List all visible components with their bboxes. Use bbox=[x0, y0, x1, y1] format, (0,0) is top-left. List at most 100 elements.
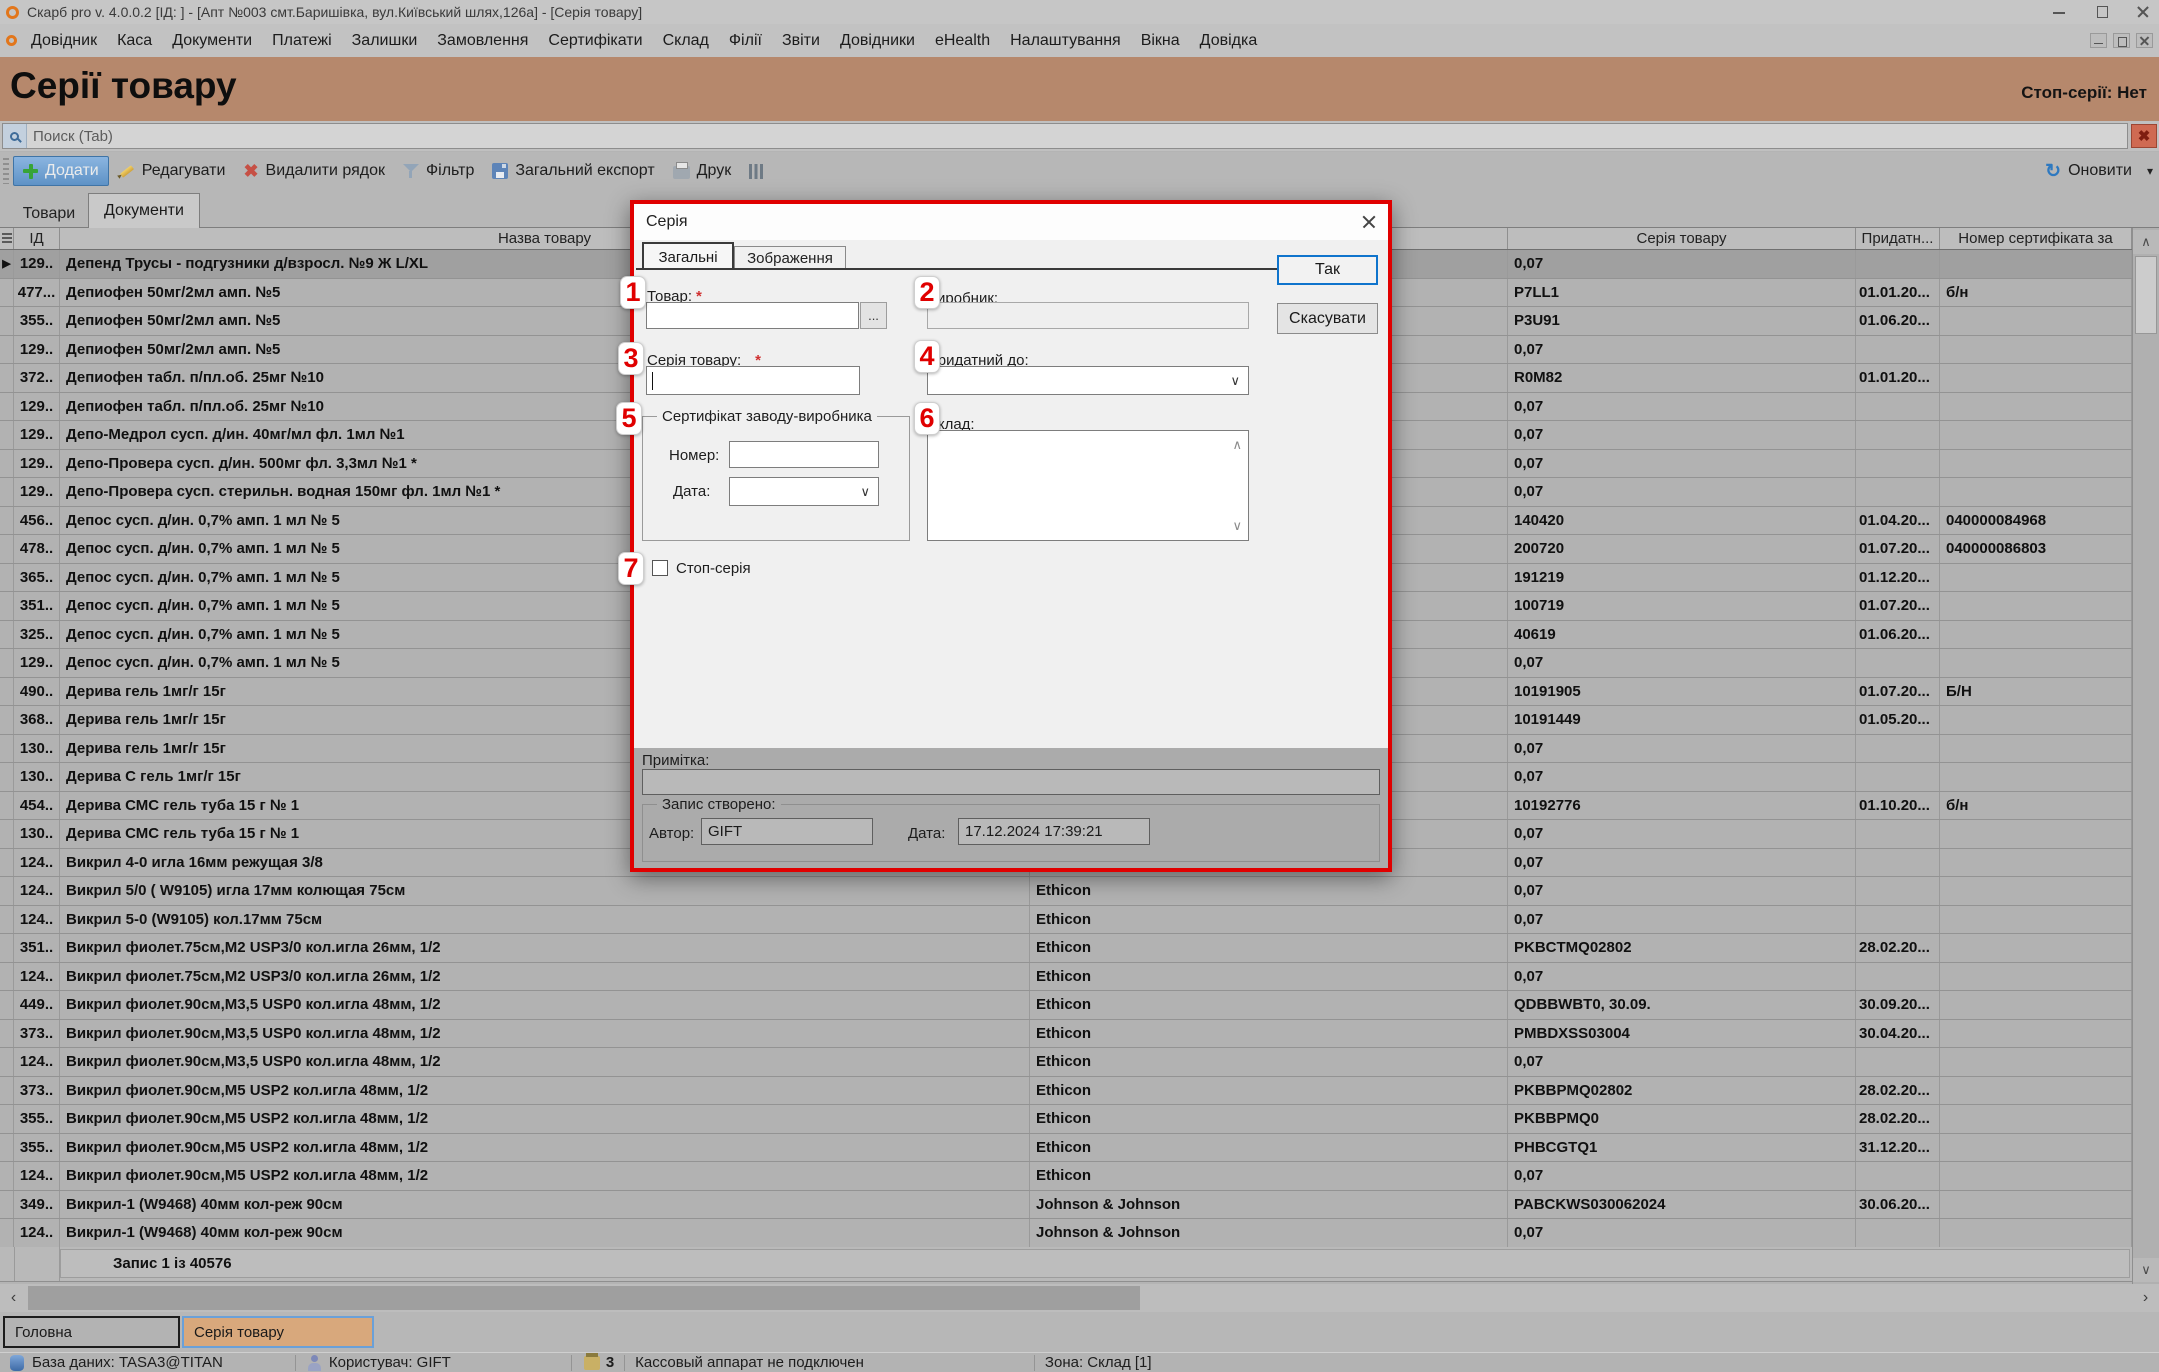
menu-item-12[interactable]: eHealth bbox=[925, 28, 1000, 54]
cert-date-combobox[interactable]: ∨ bbox=[729, 477, 879, 506]
menu-item-5[interactable]: Залишки bbox=[342, 28, 428, 54]
mdi-restore-icon[interactable] bbox=[2113, 33, 2130, 48]
minimize-icon[interactable] bbox=[2051, 4, 2067, 20]
stop-series-checkbox[interactable] bbox=[652, 560, 668, 576]
header-valid[interactable]: Придатн... bbox=[1856, 228, 1940, 249]
search-clear-button[interactable]: ✖ bbox=[2131, 124, 2157, 148]
chevron-down-icon[interactable]: ∨ bbox=[1232, 518, 1242, 534]
cell-id: 124.. bbox=[14, 906, 60, 934]
scroll-right-icon[interactable]: › bbox=[2132, 1284, 2159, 1312]
edit-button[interactable]: Редагувати bbox=[109, 156, 235, 186]
delete-row-button[interactable]: ✖ Видалити рядок bbox=[234, 156, 394, 186]
valid-until-combobox[interactable]: ∨ bbox=[927, 366, 1249, 395]
restore-icon[interactable] bbox=[2093, 4, 2109, 20]
row-marker-cell bbox=[0, 1020, 14, 1048]
table-row[interactable]: 373..Викрил фиолет.90см,М5 USP2 кол.игла… bbox=[0, 1077, 2132, 1106]
refresh-caret-icon[interactable]: ▾ bbox=[2147, 164, 2153, 178]
wintab-home[interactable]: Головна bbox=[3, 1316, 180, 1348]
toolbar-grip[interactable] bbox=[3, 158, 9, 184]
menu-item-11[interactable]: Довідники bbox=[830, 28, 925, 54]
product-field[interactable] bbox=[646, 302, 859, 329]
add-button[interactable]: Додати bbox=[13, 156, 109, 186]
series-field[interactable] bbox=[646, 366, 860, 395]
table-row[interactable]: 349..Викрил-1 (W9468) 40мм кол-реж 90смJ… bbox=[0, 1191, 2132, 1220]
chevron-up-icon[interactable]: ∧ bbox=[1232, 437, 1242, 453]
menu-item-8[interactable]: Склад bbox=[653, 28, 719, 54]
menu-item-4[interactable]: Платежі bbox=[262, 28, 342, 54]
cell-id: 325.. bbox=[14, 621, 60, 649]
print-button[interactable]: Друк bbox=[664, 156, 741, 186]
cell-id: 129.. bbox=[14, 649, 60, 677]
dialog-tab-general[interactable]: Загальні bbox=[642, 242, 734, 270]
table-row[interactable]: 124..Викрил фиолет.75см,М2 USP3/0 кол.иг… bbox=[0, 963, 2132, 992]
menu-item-9[interactable]: Філії bbox=[719, 28, 772, 54]
stock-textarea[interactable]: ∧ ∨ bbox=[927, 430, 1249, 541]
search-icon[interactable] bbox=[3, 124, 27, 148]
cell-val: 01.12.20... bbox=[1856, 564, 1940, 592]
menu-item-7[interactable]: Сертифікати bbox=[538, 28, 652, 54]
chevron-down-icon[interactable]: ∨ bbox=[1230, 373, 1240, 389]
columns-button[interactable] bbox=[740, 156, 772, 186]
cell-cert: 040000084968 bbox=[1940, 507, 2132, 535]
cell-id: 124.. bbox=[14, 963, 60, 991]
header-id[interactable]: ІД bbox=[14, 228, 60, 249]
export-button[interactable]: Загальний експорт bbox=[483, 156, 663, 186]
close-icon[interactable] bbox=[2135, 4, 2151, 20]
scroll-left-icon[interactable]: ‹ bbox=[0, 1284, 27, 1312]
mdi-minimize-icon[interactable] bbox=[2090, 33, 2107, 48]
row-marker-cell bbox=[0, 963, 14, 991]
menu-item-14[interactable]: Вікна bbox=[1131, 28, 1190, 54]
browse-button[interactable]: ... bbox=[860, 302, 887, 329]
vertical-scroll-thumb[interactable] bbox=[2135, 256, 2157, 334]
cell-ser: PMBDXSS03004 bbox=[1508, 1020, 1856, 1048]
note-field[interactable] bbox=[642, 769, 1380, 795]
horizontal-scrollbar[interactable]: ‹ › bbox=[0, 1284, 2159, 1312]
dialog-close-icon[interactable] bbox=[1360, 213, 1378, 231]
vertical-scrollbar[interactable]: ∧ ∨ bbox=[2132, 228, 2159, 1284]
refresh-button[interactable]: ↻ Оновити bbox=[2036, 156, 2141, 186]
cell-id: 449.. bbox=[14, 991, 60, 1019]
cell-val bbox=[1856, 849, 1940, 877]
table-row[interactable]: 124..Викрил 5/0 ( W9105) игла 17мм колющ… bbox=[0, 877, 2132, 906]
menu-item-1[interactable]: Довідник bbox=[21, 28, 107, 54]
menu-item-15[interactable]: Довідка bbox=[1190, 28, 1268, 54]
menu-item-10[interactable]: Звіти bbox=[772, 28, 830, 54]
ok-button[interactable]: Так bbox=[1277, 255, 1378, 285]
header-marker-cell[interactable] bbox=[0, 228, 14, 249]
table-row[interactable]: 124..Викрил фиолет.90см,М3,5 USP0 кол.иг… bbox=[0, 1048, 2132, 1077]
chevron-down-icon[interactable]: ∨ bbox=[860, 484, 870, 500]
cert-number-field[interactable] bbox=[729, 441, 879, 468]
table-row[interactable]: 355..Викрил фиолет.90см,М5 USP2 кол.игла… bbox=[0, 1105, 2132, 1134]
dialog-title-bar[interactable]: Серія bbox=[634, 204, 1388, 240]
cancel-button[interactable]: Скасувати bbox=[1277, 303, 1378, 334]
table-row[interactable]: 124..Викрил фиолет.90см,М5 USP2 кол.игла… bbox=[0, 1162, 2132, 1191]
dialog-tab-image[interactable]: Зображення bbox=[734, 246, 846, 270]
scroll-down-icon[interactable]: ∨ bbox=[2133, 1258, 2159, 1282]
row-marker-cell bbox=[0, 507, 14, 535]
table-row[interactable]: 124..Викрил-1 (W9468) 40мм кол-реж 90смJ… bbox=[0, 1219, 2132, 1248]
table-row[interactable]: 355..Викрил фиолет.90см,М5 USP2 кол.игла… bbox=[0, 1134, 2132, 1163]
cell-id: 124.. bbox=[14, 877, 60, 905]
table-row[interactable]: 449..Викрил фиолет.90см,М3,5 USP0 кол.иг… bbox=[0, 991, 2132, 1020]
wintab-series[interactable]: Серія товару bbox=[182, 1316, 374, 1348]
mdi-close-icon[interactable] bbox=[2136, 33, 2153, 48]
menu-item-6[interactable]: Замовлення bbox=[427, 28, 538, 54]
table-row[interactable]: 373..Викрил фиолет.90см,М3,5 USP0 кол.иг… bbox=[0, 1020, 2132, 1049]
tab-tovary[interactable]: Товари bbox=[10, 200, 88, 228]
cell-cert bbox=[1940, 250, 2132, 278]
table-row[interactable]: 124..Викрил 5-0 (W9105) кол.17мм 75смEth… bbox=[0, 906, 2132, 935]
scroll-up-icon[interactable]: ∧ bbox=[2133, 230, 2159, 254]
header-series[interactable]: Серія товару bbox=[1508, 228, 1856, 249]
tab-dokumenty[interactable]: Документи bbox=[88, 193, 200, 228]
cell-val: 01.06.20... bbox=[1856, 307, 1940, 335]
table-row[interactable]: 351..Викрил фиолет.75см,М2 USP3/0 кол.иг… bbox=[0, 934, 2132, 963]
horizontal-scroll-thumb[interactable] bbox=[28, 1286, 1140, 1310]
menu-item-3[interactable]: Документи bbox=[162, 28, 262, 54]
menu-item-13[interactable]: Налаштування bbox=[1000, 28, 1131, 54]
cell-name: Викрил фиолет.75см,М2 USP3/0 кол.игла 26… bbox=[60, 963, 1030, 991]
cell-mfr: Ethicon bbox=[1030, 1077, 1508, 1105]
header-cert[interactable]: Номер сертифіката за bbox=[1940, 228, 2132, 249]
search-input[interactable]: Поиск (Tab) bbox=[2, 123, 2128, 149]
menu-item-2[interactable]: Каса bbox=[107, 28, 162, 54]
filter-button[interactable]: Фільтр bbox=[394, 156, 483, 186]
